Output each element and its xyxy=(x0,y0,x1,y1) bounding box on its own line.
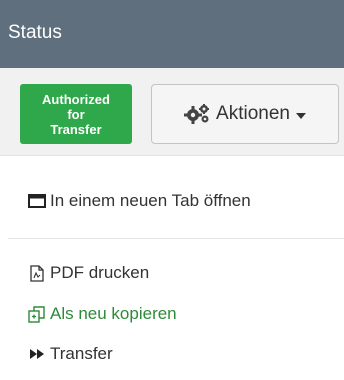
menu-item-print-pdf[interactable]: PDF drucken xyxy=(28,263,149,283)
menu-item-label: Transfer xyxy=(50,344,113,363)
pdf-file-icon xyxy=(28,264,46,282)
status-badge-line-1: Authorized xyxy=(42,92,110,107)
status-badge-line-3: Transfer xyxy=(50,122,102,137)
gears-icon xyxy=(184,104,210,124)
menu-item-label: PDF drucken xyxy=(50,263,150,282)
menu-divider xyxy=(8,238,344,239)
window-icon xyxy=(28,194,46,208)
status-badge: Authorized for Transfer xyxy=(20,84,132,144)
menu-item-open-new-tab[interactable]: In einem neuen Tab öffnen xyxy=(28,191,251,211)
menu-item-copy-as-new[interactable]: Als neu kopieren xyxy=(28,304,177,324)
menu-item-label: In einem neuen Tab öffnen xyxy=(50,191,251,210)
fast-forward-icon xyxy=(28,348,46,360)
menu-item-label: Als neu kopieren xyxy=(50,304,177,323)
caret-down-icon xyxy=(295,112,306,119)
menu-item-transfer[interactable]: Transfer xyxy=(28,344,113,364)
actions-dropdown-button[interactable]: Aktionen xyxy=(151,84,339,144)
panel-title: Status xyxy=(8,22,62,43)
copy-icon xyxy=(28,305,46,323)
actions-button-label: Aktionen xyxy=(216,103,290,124)
status-badge-line-2: for xyxy=(67,107,85,122)
panel-header: Status xyxy=(0,0,344,68)
